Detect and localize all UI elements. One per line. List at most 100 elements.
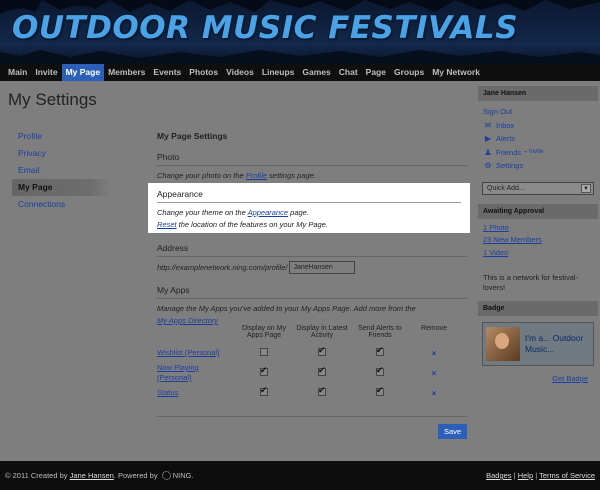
reset-text: Reset the location of the features on yo… [157,219,461,231]
member-badge[interactable]: I'm a... Outdoor Music... [482,322,594,366]
latest-activity-checkbox[interactable] [318,385,326,396]
footer-links: Badges | Help | Terms of Service [486,471,595,480]
appearance-text: Change your theme on the Appearance page… [157,207,461,219]
sidenav-item-my-page[interactable]: My Page [12,179,110,196]
get-badge-link[interactable]: Get Badge [478,374,598,383]
send-alerts-checkbox[interactable] [376,385,384,396]
nav-tab-games[interactable]: Games [298,64,334,81]
app-link-wishlist[interactable]: Wishlist (Personal) [157,348,220,357]
footer: © 2011 Created by Jane Hansen. Powered b… [0,461,600,490]
right-sidebar: Jane Hansen Sign Out ✉ Inbox ▶ Alerts ♟ Fri… [478,86,598,383]
reset-link[interactable]: Reset [157,220,177,229]
chevron-down-icon: ▼ [581,183,591,193]
reset-text-after: the location of the features on your My … [176,220,328,229]
friends-icon: ♟ [484,147,492,157]
sidenav-item-email[interactable]: Email [12,162,110,179]
myapps-description: Manage the My Apps you've added to your … [157,304,416,313]
sidenav-item-privacy[interactable]: Privacy [12,145,110,162]
nav-tab-my-network[interactable]: My Network [428,64,484,81]
friends-label: Friends [496,147,522,157]
appearance-text-after: page. [288,208,309,217]
photo-text: Change your photo on the Profile setting… [157,170,467,182]
photo-text-before: Change your photo on the [157,171,246,180]
footer-credits: © 2011 Created by Jane Hansen. Powered b… [5,471,194,481]
send-alerts-checkbox[interactable] [376,345,384,356]
nav-tab-page[interactable]: Page [362,64,390,81]
footer-terms-link[interactable]: Terms of Service [539,471,595,480]
footer-help-link[interactable]: Help [518,471,533,480]
approval-members-link[interactable]: 23 New Members [478,234,598,247]
apps-table: Display on My Apps Page Display in Lates… [157,325,467,401]
myapps-heading: My Apps [157,285,467,299]
appearance-heading: Appearance [157,189,461,203]
sign-out-link[interactable]: Sign Out [483,105,593,119]
alerts-link[interactable]: ▶ Alerts [483,132,593,146]
section-title: My Page Settings [157,131,228,141]
settings-sidenav: Profile Privacy Email My Page Connection… [12,128,110,213]
nav-tab-events[interactable]: Events [149,64,185,81]
page-title: My Settings [8,90,97,109]
appearance-text-before: Change your theme on the [157,208,248,217]
copyright-text: © 2011 Created by [5,470,68,480]
send-alerts-checkbox[interactable] [376,365,384,376]
latest-activity-checkbox[interactable] [318,365,326,376]
badge-panel: Badge I'm a... Outdoor Music... Get Badg… [478,301,598,383]
badge-text: I'm a... Outdoor Music... [525,333,584,354]
nav-tab-members[interactable]: Members [104,64,149,81]
col-display-page: Display on My Apps Page [242,325,286,339]
nav-tab-photos[interactable]: Photos [185,64,222,81]
invite-link[interactable]: – Invite [524,146,543,160]
table-row: Now Playing (Personal) × [157,361,467,385]
nav-tab-videos[interactable]: Videos [222,64,258,81]
nav-tab-invite[interactable]: Invite [31,64,61,81]
ning-brand[interactable]: NING. [173,471,194,480]
save-button[interactable]: Save [438,424,467,439]
nav-tab-my-page[interactable]: My Page [61,64,105,81]
remove-icon[interactable]: × [432,369,437,378]
address-section: Address http://examplenetwork.ning.com/p… [157,243,467,274]
col-send-alerts: Send Alerts to Friends [358,325,402,339]
remove-icon[interactable]: × [432,389,437,398]
address-prefix: http://examplenetwork.ning.com/profile/ [157,262,288,272]
site-title[interactable]: OUTDOOR MUSIC FESTIVALS [12,10,518,46]
approval-videos-link[interactable]: 1 Video [478,247,598,260]
settings-icon: ⚙ [484,161,492,170]
avatar [486,327,520,361]
nav-tab-chat[interactable]: Chat [335,64,362,81]
alerts-label: Alerts [496,134,516,143]
settings-link[interactable]: ⚙ Settings [483,159,593,173]
site-banner: OUTDOOR MUSIC FESTIVALS [0,0,600,64]
friends-link[interactable]: ♟ Friends – Invite [483,146,593,160]
badge-heading: Badge [478,301,598,316]
alerts-icon: ▶ [484,134,492,143]
display-page-checkbox[interactable] [260,385,268,396]
nav-tab-groups[interactable]: Groups [390,64,428,81]
col-remove: Remove [420,325,448,332]
latest-activity-checkbox[interactable] [318,345,326,356]
approval-photos-link[interactable]: 1 Photo [478,222,598,235]
appearance-link[interactable]: Appearance [248,208,288,217]
profile-link[interactable]: Profile [246,171,267,180]
address-heading: Address [157,243,467,257]
address-row: http://examplenetwork.ning.com/profile/ … [157,261,467,274]
app-link-now-playing[interactable]: Now Playing (Personal) [157,363,199,382]
ning-logo-icon [161,471,171,481]
quick-add-label: Quick Add... [487,184,525,192]
display-page-checkbox[interactable] [260,348,268,356]
appearance-section: Appearance Change your theme on the Appe… [148,183,470,233]
nav-tab-lineups[interactable]: Lineups [258,64,299,81]
profile-address-input[interactable]: JaneHansen [289,261,356,274]
myapps-directory-link[interactable]: My Apps Directory [157,316,218,325]
remove-icon[interactable]: × [432,349,437,358]
inbox-link[interactable]: ✉ Inbox [483,119,593,133]
inbox-label: Inbox [496,120,515,130]
nav-tab-main[interactable]: Main [4,64,31,81]
app-link-status[interactable]: Status [157,388,178,397]
main-nav: Main Invite My Page Members Events Photo… [0,64,600,81]
quick-add-select[interactable]: Quick Add... ▼ [482,181,594,195]
display-page-checkbox[interactable] [260,365,268,376]
creator-link[interactable]: Jane Hansen [70,471,114,480]
sidenav-item-connections[interactable]: Connections [12,196,110,213]
sidenav-item-profile[interactable]: Profile [12,128,110,145]
footer-badges-link[interactable]: Badges [486,471,511,480]
